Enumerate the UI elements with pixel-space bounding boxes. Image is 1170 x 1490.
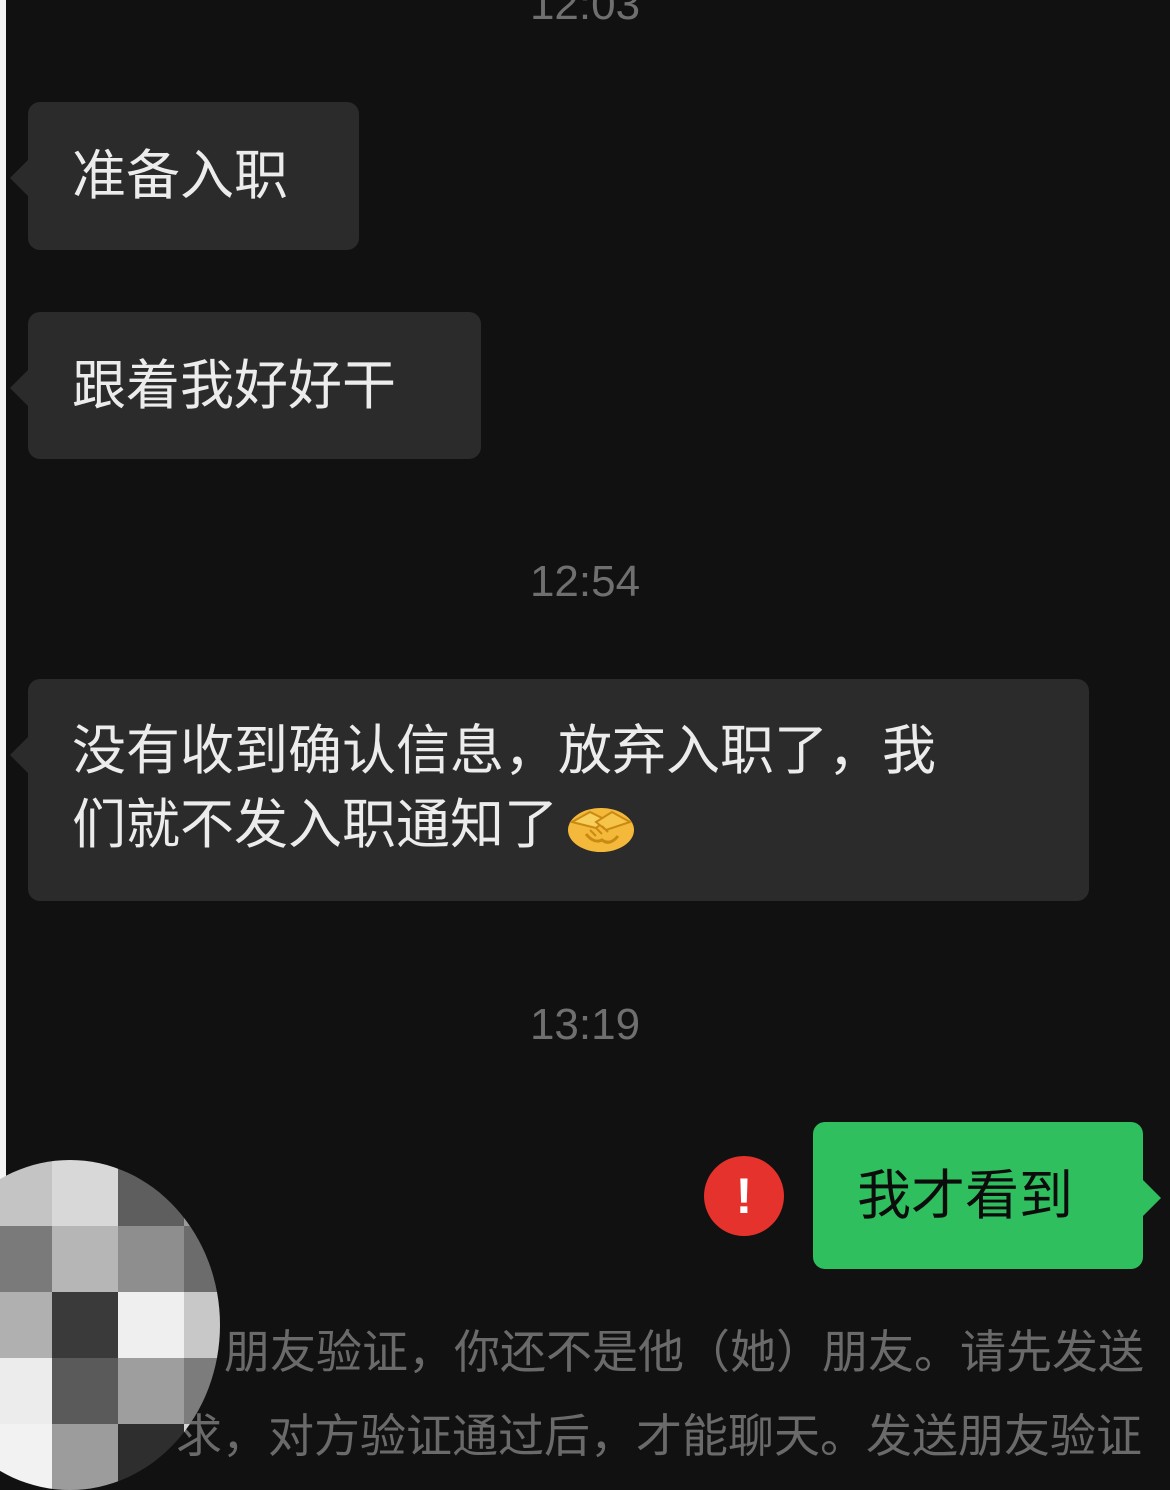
timestamp: 13:19	[529, 1000, 641, 1049]
bubble-tail	[10, 737, 28, 773]
incoming-message-bubble[interactable]: 准备入职	[10, 102, 359, 250]
send-failed-icon[interactable]: !	[704, 1156, 784, 1236]
handshake-emoji-icon	[568, 808, 634, 853]
pixelated-avatar[interactable]	[0, 1160, 220, 1490]
incoming-message-bubble[interactable]: 没有收到确认信息，放弃入职了，我 们就不发入职通知了	[10, 679, 1089, 901]
timestamp: 12:54	[529, 557, 641, 606]
message-body: 没有收到确认信息，放弃入职了，我 们就不发入职通知了	[72, 714, 936, 862]
message-text: 准备入职	[72, 144, 288, 207]
system-notice-line: 求，对方验证通过后，才能聊天。发送朋友验证	[176, 1409, 1142, 1463]
outgoing-message-bubble[interactable]: 我才看到	[813, 1122, 1161, 1269]
bubble-tail	[10, 160, 28, 196]
message-text-line: 们就不发入职通知了	[72, 788, 936, 862]
message-text: 跟着我好好干	[72, 353, 396, 417]
bubble-tail	[1143, 1180, 1161, 1216]
message-text-line: 没有收到确认信息，放弃入职了，我	[72, 719, 936, 782]
system-notice-line: 朋友验证，你还不是他（她）朋友。请先发送	[224, 1325, 1144, 1379]
timestamp: 12:03	[529, 0, 641, 29]
message-text: 们就不发入职通知了	[72, 793, 558, 856]
bubble-tail	[10, 370, 28, 406]
message-text: 我才看到	[857, 1163, 1073, 1227]
incoming-message-bubble[interactable]: 跟着我好好干	[10, 312, 481, 459]
